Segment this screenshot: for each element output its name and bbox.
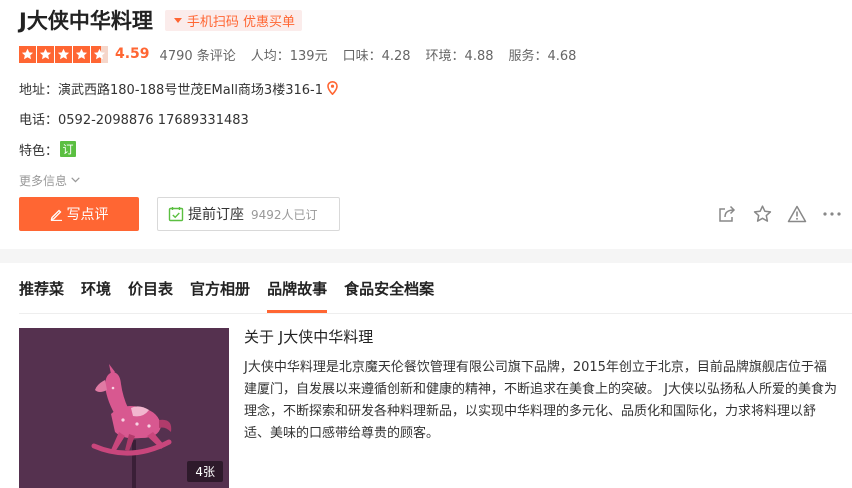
- tab-0[interactable]: 推荐菜: [19, 263, 64, 313]
- tab-divider: [19, 313, 852, 314]
- tab-3[interactable]: 官方相册: [190, 263, 250, 313]
- phone-line: 电话：0592-2098876 17689331483: [19, 109, 249, 128]
- star-full-icon: [19, 45, 36, 63]
- report-warning-icon[interactable]: [787, 204, 807, 224]
- star-full-icon: [55, 45, 72, 63]
- address-text: 地址：演武西路180-188号世茂EMall商场3楼316-1: [19, 82, 323, 98]
- shop-header: J大侠中华料理 手机扫码 优惠买单: [19, 7, 302, 33]
- more-icon[interactable]: [822, 204, 842, 224]
- reserve-count: 9492人已订: [251, 207, 318, 222]
- review-count[interactable]: 4790 条评论: [160, 45, 236, 64]
- reservation-tag: 订: [60, 141, 77, 157]
- tab-1[interactable]: 环境: [81, 263, 111, 313]
- action-icons: [717, 204, 852, 224]
- reserve-button[interactable]: 提前订座 9492人已订: [157, 197, 340, 231]
- star-rating: [19, 45, 109, 63]
- section-separator: [0, 249, 852, 263]
- chevron-down-icon: [71, 177, 80, 183]
- caret-down-icon: [173, 17, 182, 23]
- promo-tag[interactable]: 手机扫码 优惠买单: [164, 9, 302, 31]
- tab-4[interactable]: 品牌故事: [267, 263, 328, 313]
- rating-row: 4.59 4790 条评论 人均：139元 口味：4.28 环境：4.88 服务…: [19, 45, 577, 64]
- brand-image[interactable]: 4张: [19, 328, 229, 488]
- per-capita: 人均：139元: [250, 48, 328, 64]
- share-icon[interactable]: [717, 204, 737, 224]
- taste-score: 口味：4.28: [342, 48, 411, 64]
- calendar-check-icon: [168, 206, 184, 222]
- star-full-icon: [73, 45, 90, 63]
- map-pin-icon[interactable]: [327, 81, 338, 95]
- star-full-icon: [37, 45, 54, 63]
- features-label: 特色：: [19, 143, 59, 159]
- reserve-label: 提前订座: [188, 207, 244, 223]
- pencil-icon: [50, 209, 62, 221]
- rating-score: 4.59: [115, 46, 150, 62]
- shop-name: J大侠中华料理: [19, 9, 153, 33]
- promo-label: 手机扫码 优惠买单: [186, 14, 295, 30]
- image-count-badge: 4张: [187, 461, 223, 482]
- address-line: 地址：演武西路180-188号世茂EMall商场3楼316-1: [19, 79, 338, 98]
- content-tabs: 推荐菜 环境 价目表 官方相册 品牌故事 食品安全档案: [19, 263, 451, 313]
- brand-story-body: J大侠中华料理是北京魔天伦餐饮管理有限公司旗下品牌，2015年创立于北京，目前品…: [244, 360, 837, 441]
- service-score: 服务：4.68: [508, 48, 577, 64]
- brand-story-title: 关于 J大侠中华料理: [244, 328, 374, 346]
- star-half-icon: [91, 45, 108, 63]
- features-line: 特色： 订: [19, 140, 77, 159]
- tab-5[interactable]: 食品安全档案: [344, 263, 434, 313]
- environment-score: 环境：4.88: [425, 48, 494, 64]
- write-review-label: 写点评: [66, 207, 109, 223]
- more-info-label: 更多信息: [19, 173, 68, 188]
- phone-text: 电话：0592-2098876 17689331483: [19, 112, 249, 128]
- write-review-button[interactable]: 写点评: [19, 197, 139, 231]
- favorite-star-icon[interactable]: [752, 204, 772, 224]
- tab-2[interactable]: 价目表: [128, 263, 173, 313]
- more-info-toggle[interactable]: 更多信息: [19, 172, 80, 188]
